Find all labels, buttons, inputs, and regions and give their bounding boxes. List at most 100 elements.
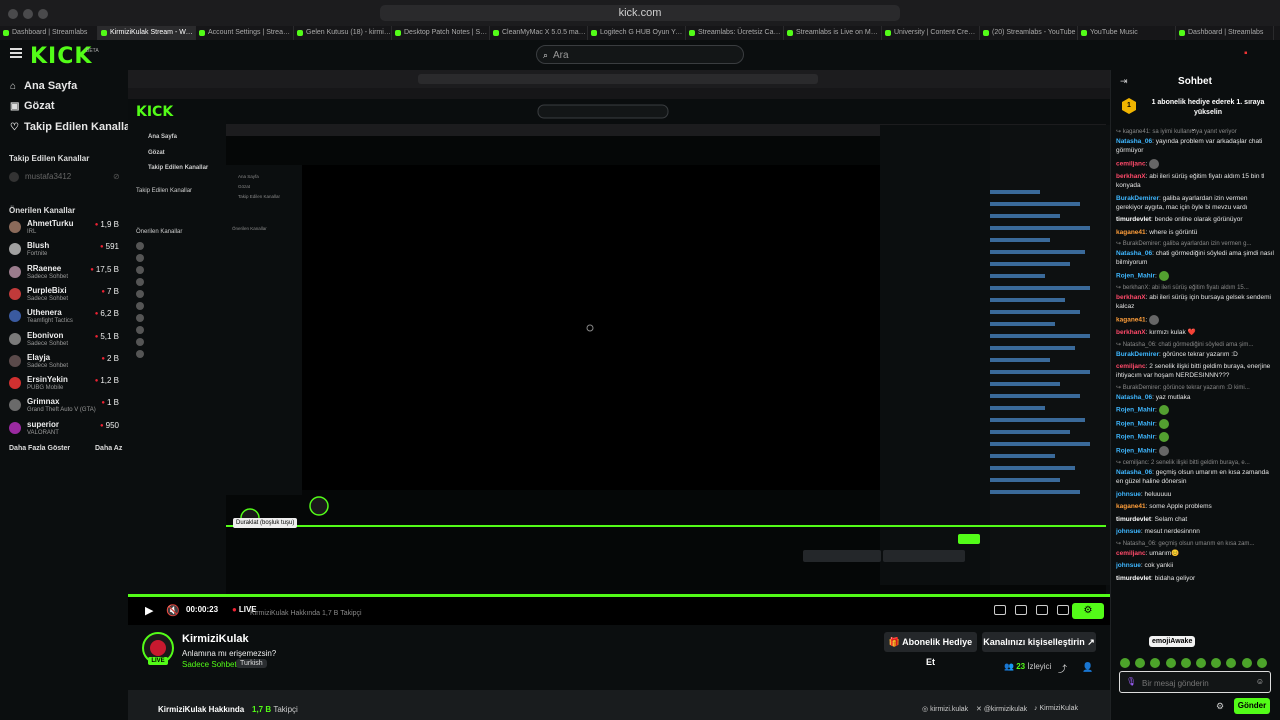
- chat-username[interactable]: Natasha_06: [1116, 250, 1152, 257]
- recommended-channel[interactable]: PurpleBixiSadece Sohbet 7 B: [9, 286, 121, 306]
- language-tag[interactable]: Turkish: [236, 659, 267, 668]
- chat-username[interactable]: Rojen_Mahir: [1116, 272, 1155, 279]
- recommended-channel[interactable]: ErsinYekinPUBG Mobile 1,2 B: [9, 375, 121, 395]
- emote-icon[interactable]: [1195, 658, 1206, 668]
- window-controls[interactable]: [8, 8, 53, 22]
- browser-tab[interactable]: Gelen Kutusu (18) - kirmiz...: [294, 26, 392, 40]
- emote-icon[interactable]: [1165, 658, 1176, 668]
- emote-icon[interactable]: [1256, 658, 1267, 668]
- address-bar[interactable]: kick.com: [380, 5, 900, 21]
- recommended-channel[interactable]: AhmetTurkuIRL 1,9 B: [9, 219, 121, 239]
- theater-mode-icon[interactable]: [994, 605, 1006, 615]
- emote-icon[interactable]: [1150, 658, 1161, 668]
- chat-username[interactable]: kagane41: [1116, 503, 1146, 510]
- chat-username[interactable]: Natasha_06: [1116, 469, 1152, 476]
- chat-username[interactable]: berkhanX: [1116, 329, 1146, 336]
- settings-gear-icon[interactable]: ⚙: [1072, 603, 1104, 619]
- chat-message-input[interactable]: [1140, 675, 1254, 691]
- chat-username[interactable]: berkhanX: [1116, 173, 1146, 180]
- browser-tab[interactable]: Desktop Patch Notes | Str...: [392, 26, 490, 40]
- browser-tab[interactable]: Streamlabs: Ücretsiz Canlı...: [686, 26, 784, 40]
- browser-tab[interactable]: University | Content Creati...: [882, 26, 980, 40]
- recommended-channel[interactable]: superiorVALORANT 950: [9, 420, 121, 440]
- chat-username[interactable]: berkhanX: [1116, 294, 1146, 301]
- video-player[interactable]: KICK Ana Sayfa Gözat Takip Edilen Kanall…: [128, 70, 1110, 595]
- browser-tab[interactable]: Streamlabs is Live on Mac...: [784, 26, 882, 40]
- channel-name[interactable]: KirmiziKulak: [182, 633, 249, 645]
- recommended-channel[interactable]: ElayjaSadece Sohbet 2 B: [9, 353, 121, 373]
- chat-username[interactable]: BurakDemirer: [1116, 195, 1159, 202]
- emote-icon[interactable]: [1241, 658, 1252, 668]
- fullscreen-icon[interactable]: [1057, 605, 1069, 615]
- emote-icon[interactable]: [1135, 658, 1146, 668]
- browser-tab[interactable]: Dashboard | Streamlabs: [0, 26, 98, 40]
- search-input[interactable]: ⌕ Ara: [536, 45, 744, 64]
- customize-channel-button[interactable]: Kanalınızı kişiselleştirin ↗: [982, 632, 1096, 652]
- chat-username[interactable]: kagane41: [1116, 229, 1146, 236]
- chat-username[interactable]: johnsue: [1116, 491, 1141, 498]
- microphone-icon[interactable]: 🎙: [1126, 677, 1136, 686]
- chat-input-box[interactable]: 🎙 ☺: [1119, 671, 1271, 693]
- chat-username[interactable]: johnsue: [1116, 528, 1141, 535]
- share-icon[interactable]: ⤴: [1058, 662, 1067, 675]
- chat-username[interactable]: timurdevlet: [1116, 216, 1151, 223]
- browser-tab[interactable]: (20) Streamlabs - YouTube: [980, 26, 1078, 40]
- chat-username[interactable]: kagane41: [1116, 316, 1146, 323]
- recommended-channel[interactable]: BlushFortnite 591: [9, 241, 121, 261]
- nav-home[interactable]: ⌂ Ana Sayfa: [10, 80, 77, 92]
- emote-icon: [1149, 314, 1160, 325]
- pinned-gift-leaderboard[interactable]: 1 1 abonelik hediye ederek 1. sıraya yük…: [1118, 94, 1274, 124]
- emote-icon[interactable]: [1180, 658, 1191, 668]
- user-menu-icon[interactable]: ▪: [1244, 48, 1248, 59]
- emote-icon[interactable]: [1226, 658, 1237, 668]
- chat-message: johnsue: cok yankii: [1116, 562, 1174, 569]
- mute-icon[interactable]: 🔇: [166, 604, 180, 617]
- chat-message: timurdevlet: bende online olarak görünüy…: [1116, 216, 1243, 223]
- chat-username[interactable]: Natasha_06: [1116, 394, 1152, 401]
- chat-username[interactable]: cemiljanc: [1116, 363, 1146, 370]
- chat-username[interactable]: cemiljanc: [1116, 550, 1146, 557]
- recommended-channel[interactable]: EbonivonSadece Sohbet 5,1 B: [9, 331, 121, 351]
- tiktok-link[interactable]: ♪ KirmiziKulak: [1034, 705, 1078, 712]
- recommended-channel[interactable]: UtheneraTeamfight Tactics 6,2 B: [9, 308, 121, 328]
- chat-username[interactable]: Rojen_Mahir: [1116, 420, 1155, 427]
- chat-username[interactable]: timurdevlet: [1116, 516, 1151, 523]
- clip-icon[interactable]: [1015, 605, 1027, 615]
- instagram-link[interactable]: ◎ kirmizi.kulak: [922, 705, 968, 713]
- chat-username[interactable]: cemiljanc: [1116, 160, 1146, 167]
- browser-tab[interactable]: CleanMyMac X 5.0.5 mac...: [490, 26, 588, 40]
- pip-icon[interactable]: [1036, 605, 1048, 615]
- chat-username[interactable]: Rojen_Mahir: [1116, 447, 1155, 454]
- chat-username[interactable]: Rojen_Mahir: [1116, 407, 1155, 414]
- browser-tab[interactable]: Logitech G HUB Oyun Yaz...: [588, 26, 686, 40]
- chat-username[interactable]: Rojen_Mahir: [1116, 434, 1155, 441]
- play-icon[interactable]: ▶: [145, 604, 153, 617]
- chat-username[interactable]: timurdevlet: [1116, 575, 1151, 582]
- nav-following[interactable]: ♡ Takip Edilen Kanallar: [10, 121, 134, 133]
- emoji-picker-icon[interactable]: ☺: [1256, 677, 1264, 686]
- reply-reference: ↪ BurakDemirer: görünce tekrar yazarım :…: [1116, 384, 1250, 391]
- browser-tab[interactable]: Account Settings | Stream...: [196, 26, 294, 40]
- recommended-channel[interactable]: RRaeneeSadece Sohbet 17,5 B: [9, 264, 121, 284]
- chat-username[interactable]: BurakDemirer: [1116, 351, 1159, 358]
- followed-channel[interactable]: mustafa3412 ⊘: [9, 172, 120, 182]
- emote-icon[interactable]: [1211, 658, 1222, 668]
- twitter-link[interactable]: ✕ @kirmizikulak: [976, 705, 1027, 713]
- browser-tab[interactable]: KirmiziKulak Stream - Wat...: [98, 26, 196, 40]
- show-less-link[interactable]: Daha Az: [95, 445, 122, 452]
- browser-tab[interactable]: YouTube Music: [1078, 26, 1176, 40]
- send-button[interactable]: Gönder: [1234, 698, 1270, 714]
- show-more-link[interactable]: Daha Fazla Göster: [9, 445, 70, 452]
- nav-browse[interactable]: ▣ Gözat: [10, 100, 55, 112]
- user-plus-icon[interactable]: 👤: [1082, 662, 1093, 673]
- gift-subscription-button[interactable]: 🎁 Abonelik Hediye Et: [884, 632, 977, 667]
- chat-username[interactable]: Natasha_06: [1116, 138, 1152, 145]
- recommended-channel[interactable]: GrimnaxGrand Theft Auto V (GTA) 1 B: [9, 397, 121, 417]
- kick-logo[interactable]: KICK: [30, 44, 92, 69]
- hamburger-menu-icon[interactable]: [10, 48, 22, 58]
- browser-tab[interactable]: Dashboard | Streamlabs: [1176, 26, 1274, 40]
- stream-category[interactable]: Sadece Sohbet: [182, 660, 237, 669]
- emote-icon[interactable]: [1120, 658, 1130, 668]
- chat-username[interactable]: johnsue: [1116, 562, 1141, 569]
- chat-settings-gear-icon[interactable]: ⚙: [1216, 701, 1224, 712]
